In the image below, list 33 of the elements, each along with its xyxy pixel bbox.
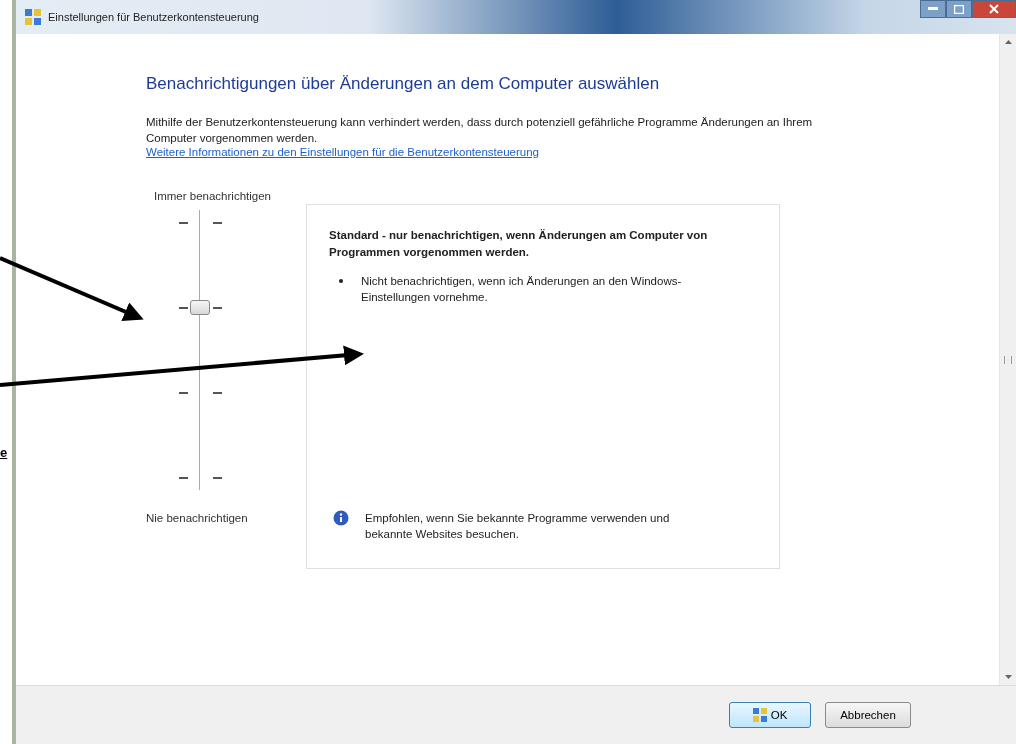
maximize-button[interactable] bbox=[946, 0, 972, 18]
tick-mark bbox=[179, 222, 188, 224]
close-button[interactable] bbox=[972, 0, 1016, 18]
setting-title: Standard - nur benachrichtigen, wenn Änderungen am Computer von Programmen vorgenommen werden. bbox=[329, 228, 709, 260]
bullet-icon bbox=[339, 279, 343, 283]
tick-mark bbox=[213, 307, 222, 309]
minimize-button[interactable] bbox=[920, 0, 946, 18]
scroll-grip-icon[interactable] bbox=[1004, 355, 1012, 364]
recommendation-text: Empfohlen, wenn Sie bekannte Programme verwenden und bekannte Websites besuchen. bbox=[365, 511, 671, 542]
info-icon bbox=[333, 510, 349, 526]
annotation-letter: e bbox=[0, 444, 8, 460]
description-text: Mithilfe der Benutzerkontensteuerung kann verhindert werden, dass durch potenziell gefährliche Programme Änderungen an Ihrem Computer vorgenommen werden. bbox=[146, 115, 814, 146]
page-heading: Benachrichtigungen über Änderungen an dem Computer auswählen bbox=[146, 74, 661, 94]
scrollbar[interactable] bbox=[999, 34, 1016, 685]
window-title: Einstellungen für Benutzerkontensteuerung bbox=[48, 11, 259, 23]
bullet-text: Nicht benachrichtigen, wenn ich Änderungen an den Windows-Einstellungen vornehme. bbox=[361, 274, 683, 305]
slider-bottom-label: Nie benachrichtigen bbox=[146, 512, 249, 524]
close-icon bbox=[989, 4, 999, 14]
tick-mark bbox=[213, 477, 222, 479]
more-info-link[interactable]: Weitere Informationen zu den Einstellungen für die Benutzerkontensteuerung bbox=[146, 146, 539, 158]
slider-thumb[interactable] bbox=[190, 299, 210, 315]
tick-mark bbox=[213, 222, 222, 224]
scroll-down-icon[interactable] bbox=[1004, 675, 1012, 679]
tick-mark bbox=[179, 307, 188, 309]
maximize-icon bbox=[954, 4, 964, 14]
tick-mark bbox=[179, 392, 188, 394]
minimize-icon bbox=[928, 7, 938, 11]
ok-button[interactable]: OK bbox=[729, 702, 811, 728]
cancel-button[interactable]: Abbrechen bbox=[825, 702, 911, 728]
tick-mark bbox=[213, 392, 222, 394]
slider-top-label: Immer benachrichtigen bbox=[154, 190, 272, 202]
scroll-up-icon[interactable] bbox=[1004, 40, 1012, 44]
tick-mark bbox=[179, 477, 188, 479]
